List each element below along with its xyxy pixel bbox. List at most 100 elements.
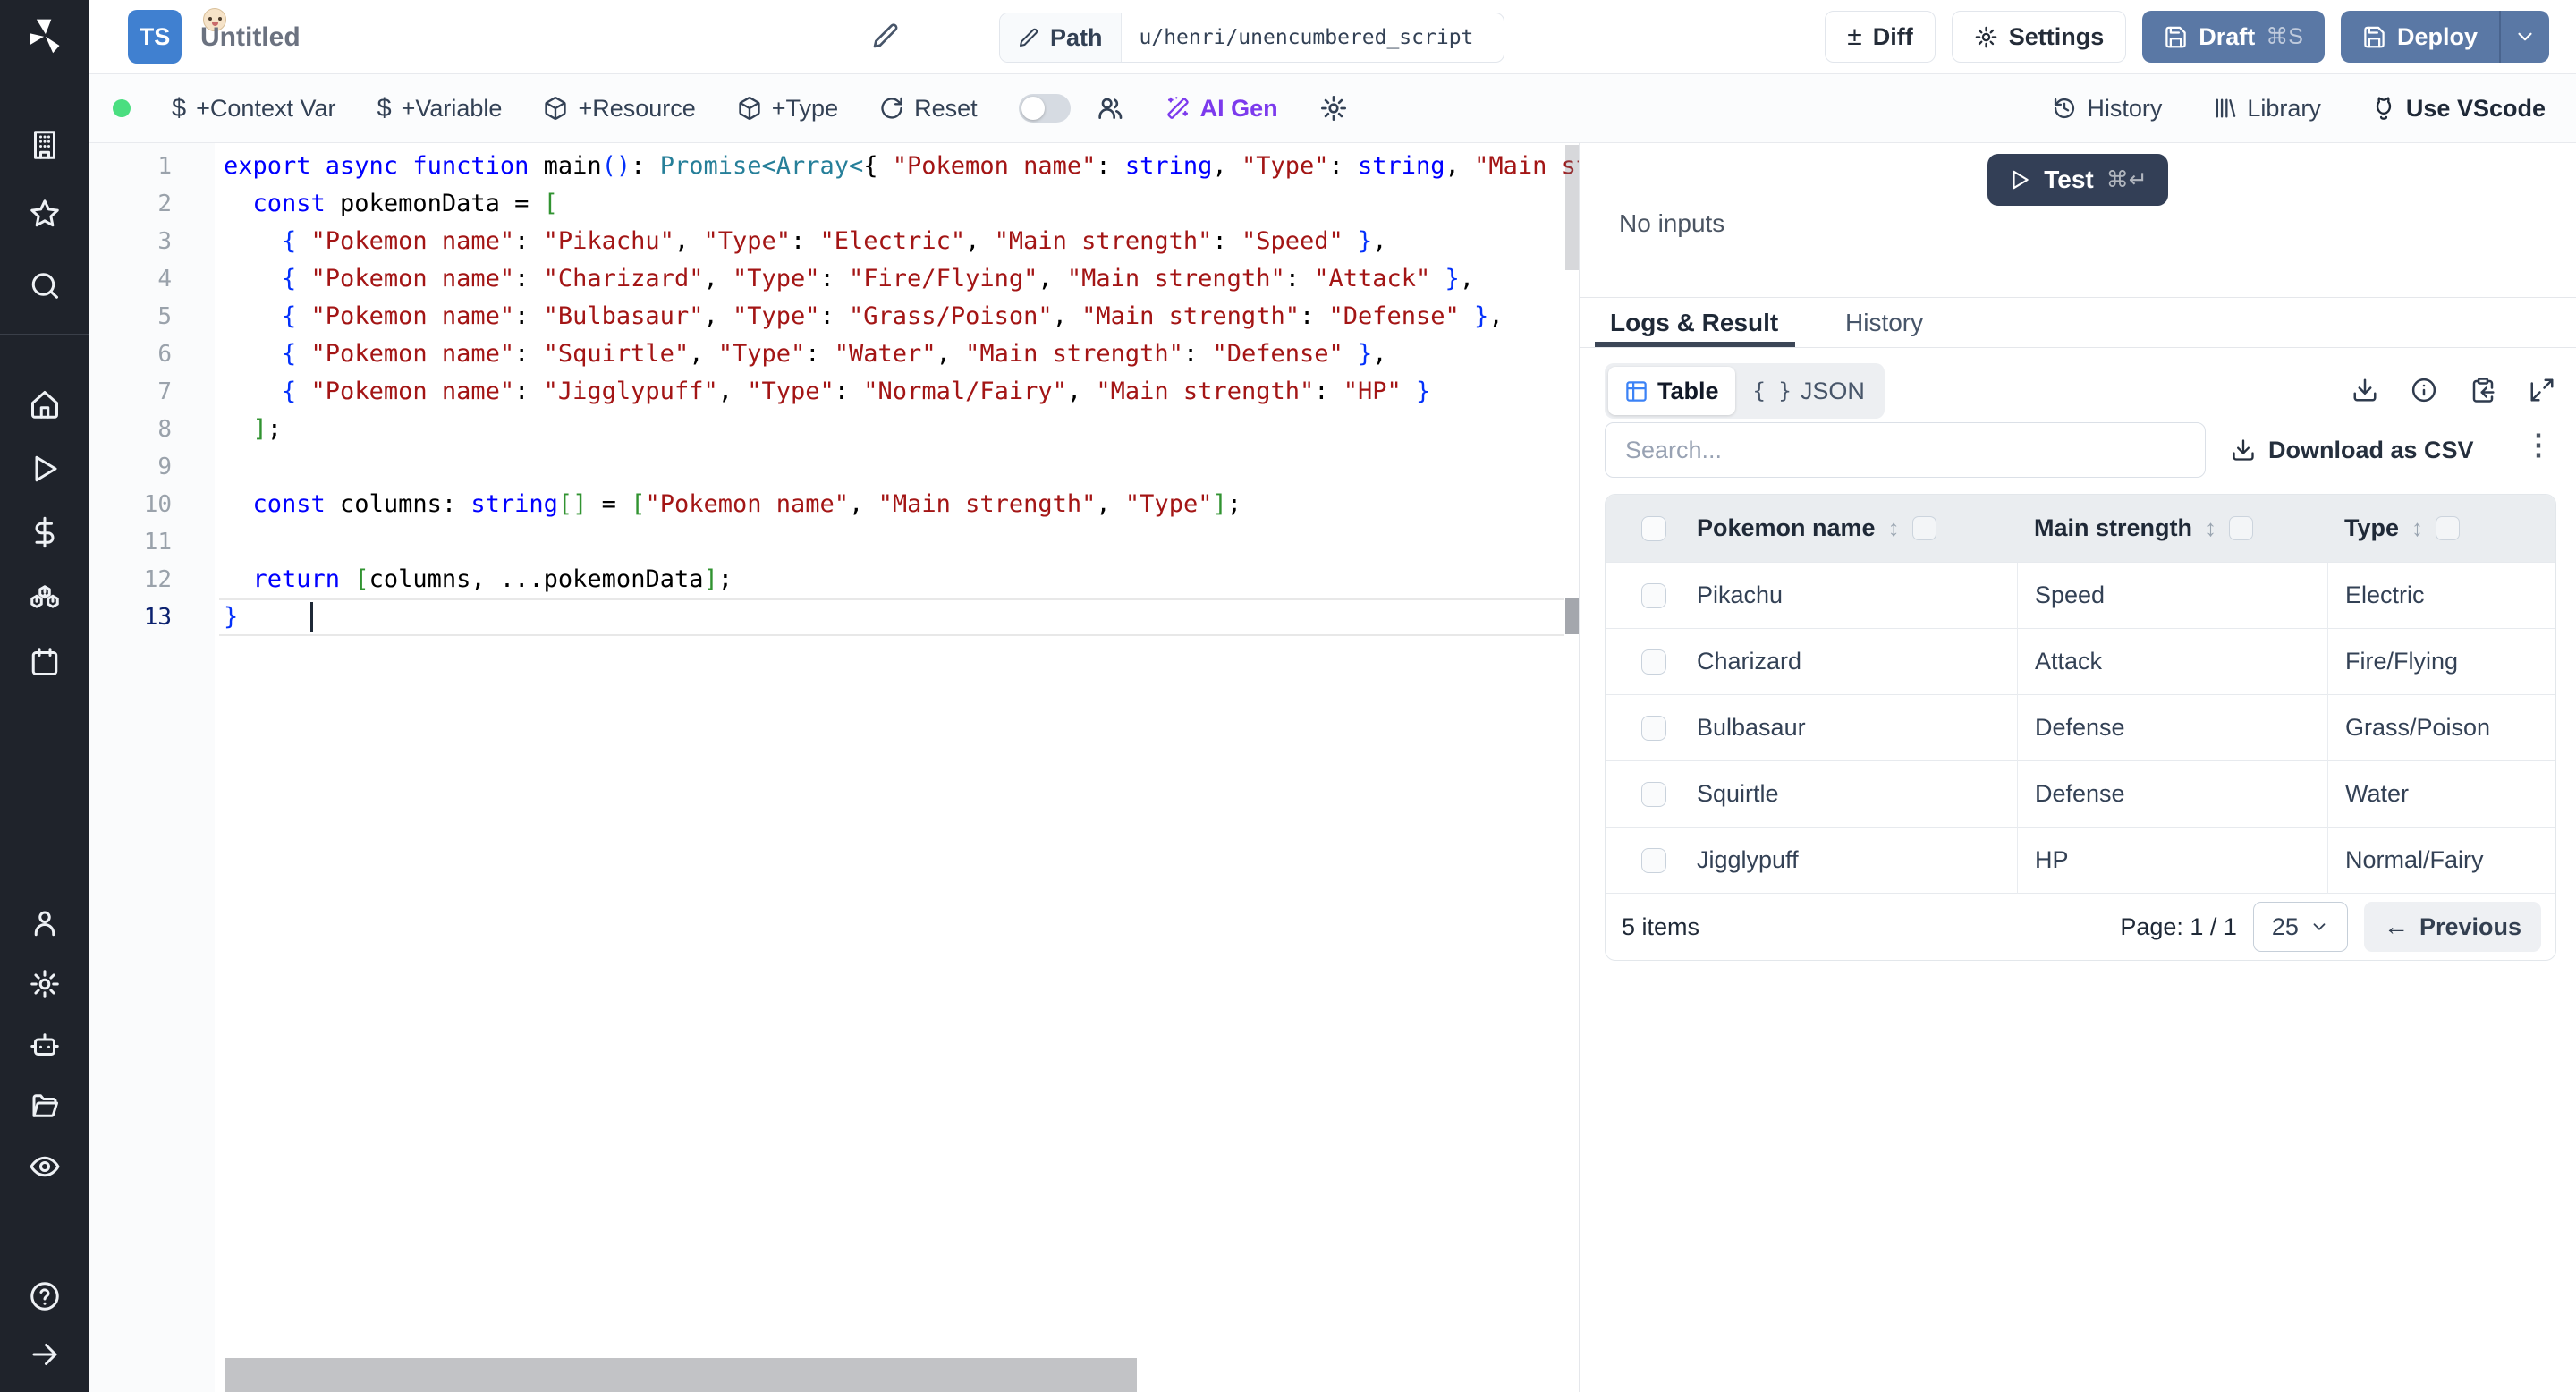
- settings-gear-icon[interactable]: [0, 964, 89, 1004]
- info-icon[interactable]: [2408, 374, 2440, 406]
- chevron-down-icon: [2518, 32, 2532, 41]
- workspace-icon[interactable]: [0, 125, 89, 165]
- search-icon[interactable]: [0, 267, 89, 307]
- page-size-select[interactable]: 25: [2252, 902, 2348, 952]
- line-number: 11: [143, 529, 172, 556]
- sort-icon[interactable]: ↕: [1888, 514, 1900, 542]
- select-all-checkbox[interactable]: [1641, 515, 1666, 541]
- code-editor[interactable]: 1 export async function main(): Promise<A…: [89, 143, 1579, 1392]
- table-menu-kebab-icon[interactable]: ⋮: [2524, 428, 2553, 462]
- table-cell: Water: [2327, 760, 2555, 828]
- row-checkbox[interactable]: [1641, 715, 1666, 741]
- result-search-input[interactable]: [1605, 422, 2206, 478]
- sort-icon[interactable]: ↕: [2411, 514, 2423, 542]
- table-icon: [1626, 380, 1647, 402]
- ai-gen-button[interactable]: AI Gen: [1165, 95, 1278, 123]
- favorites-star-icon[interactable]: [0, 194, 89, 233]
- view-table-button[interactable]: Table: [1608, 367, 1735, 415]
- windmill-logo[interactable]: [0, 16, 89, 55]
- view-json-button[interactable]: { } JSON: [1737, 367, 1881, 415]
- download-result-icon[interactable]: [2349, 374, 2381, 406]
- edit-title-pencil-icon[interactable]: [871, 21, 900, 50]
- row-checkbox[interactable]: [1641, 781, 1666, 807]
- add-variable-button[interactable]: $ +Variable: [377, 94, 502, 123]
- path-value[interactable]: u/henri/unencumbered_script: [1122, 13, 1492, 62]
- test-button[interactable]: Test ⌘↵: [1987, 154, 2168, 206]
- tab-history[interactable]: History: [1845, 298, 1923, 347]
- help-icon[interactable]: [0, 1277, 89, 1316]
- add-type-button[interactable]: +Type: [737, 95, 838, 123]
- table-cell: Grass/Poison: [2327, 694, 2555, 761]
- typescript-file-icon: TS: [128, 8, 226, 64]
- column-header: Main strength ↕: [2017, 514, 2327, 542]
- path-field[interactable]: Path u/henri/unencumbered_script: [999, 13, 1504, 63]
- deploy-dropdown-button[interactable]: [2499, 11, 2549, 63]
- sort-icon[interactable]: ↕: [2205, 514, 2216, 542]
- save-icon: [2364, 26, 2385, 47]
- line-number: 13: [143, 604, 172, 631]
- table-cell: Defense: [2017, 694, 2327, 761]
- package-icon: [545, 97, 567, 120]
- table-row[interactable]: Bulbasaur Defense Grass/Poison: [1606, 694, 2555, 761]
- editor-horizontal-scrollbar[interactable]: [225, 1358, 1137, 1392]
- copy-to-clipboard-icon[interactable]: [2467, 374, 2499, 406]
- overview-ruler-mark: [1565, 598, 1579, 634]
- home-icon[interactable]: [0, 385, 89, 424]
- runs-play-icon[interactable]: [0, 449, 89, 488]
- user-icon[interactable]: [0, 904, 89, 943]
- table-cell: Normal/Fairy: [2327, 827, 2555, 894]
- expand-rail-arrow-icon[interactable]: [0, 1335, 89, 1374]
- collab-toggle[interactable]: [1018, 94, 1071, 123]
- column-filter-box[interactable]: [2436, 516, 2461, 540]
- table-row[interactable]: Squirtle Defense Water: [1606, 760, 2555, 828]
- multiplayer-users-icon[interactable]: [1096, 94, 1124, 123]
- history-button[interactable]: History: [2052, 95, 2162, 123]
- add-context-var-button[interactable]: $ +Context Var: [172, 94, 335, 123]
- library-icon: [2216, 98, 2236, 118]
- tab-logs-result[interactable]: Logs & Result: [1610, 298, 1778, 347]
- column-header: Type ↕: [2327, 514, 2555, 542]
- line-number: 2: [157, 191, 172, 217]
- folder-icon[interactable]: [0, 1086, 89, 1125]
- schedules-calendar-icon[interactable]: [0, 642, 89, 682]
- expand-icon[interactable]: [2526, 374, 2558, 406]
- reset-button[interactable]: Reset: [879, 95, 978, 123]
- text-caret: [310, 602, 313, 632]
- column-filter-box[interactable]: [2229, 516, 2254, 540]
- test-shortcut: ⌘↵: [2106, 167, 2148, 192]
- result-view-switcher: Table { } JSON: [1605, 363, 1885, 419]
- table-row[interactable]: Jigglypuff HP Normal/Fairy: [1606, 827, 2555, 894]
- resources-boxes-icon[interactable]: [0, 577, 89, 616]
- history-clock-icon: [2055, 98, 2075, 119]
- editor-vertical-scrollbar[interactable]: [1565, 145, 1579, 270]
- column-filter-box[interactable]: [1911, 516, 1936, 540]
- draft-button[interactable]: Draft ⌘S: [2142, 11, 2325, 63]
- line-number: 4: [157, 266, 172, 293]
- diff-button[interactable]: ± Diff: [1825, 11, 1936, 63]
- line-number: 3: [157, 228, 172, 255]
- table-cell: HP: [2017, 827, 2327, 894]
- row-checkbox[interactable]: [1641, 582, 1666, 608]
- editor-settings-gear-icon[interactable]: [1319, 94, 1348, 123]
- workers-bot-icon[interactable]: [0, 1025, 89, 1065]
- variables-dollar-icon[interactable]: [0, 513, 89, 552]
- status-green-dot: [113, 99, 131, 117]
- deploy-button[interactable]: Deploy: [2340, 11, 2499, 63]
- download-csv-button[interactable]: Download as CSV: [2231, 422, 2474, 478]
- library-button[interactable]: Library: [2212, 95, 2321, 123]
- use-vscode-button[interactable]: Use VScode: [2371, 95, 2546, 123]
- table-row[interactable]: Pikachu Speed Electric: [1606, 562, 2555, 629]
- script-title: Untitled: [200, 21, 301, 52]
- add-resource-button[interactable]: +Resource: [543, 95, 696, 123]
- row-checkbox[interactable]: [1641, 649, 1666, 675]
- audit-eye-icon[interactable]: [0, 1147, 89, 1186]
- row-checkbox[interactable]: [1641, 847, 1666, 873]
- table-row[interactable]: Charizard Attack Fire/Flying: [1606, 628, 2555, 695]
- run-result-panel: Test ⌘↵ No inputs Logs & Result History …: [1580, 143, 2576, 1392]
- settings-button[interactable]: Settings: [1951, 11, 2127, 63]
- previous-page-button[interactable]: ← Previous: [2363, 902, 2541, 952]
- gear-icon: [1975, 26, 1997, 47]
- table-header: Pokemon name ↕ Main strength ↕ Type ↕: [1606, 495, 2555, 562]
- save-icon: [2165, 26, 2187, 47]
- chevron-down-icon: [2313, 923, 2326, 930]
